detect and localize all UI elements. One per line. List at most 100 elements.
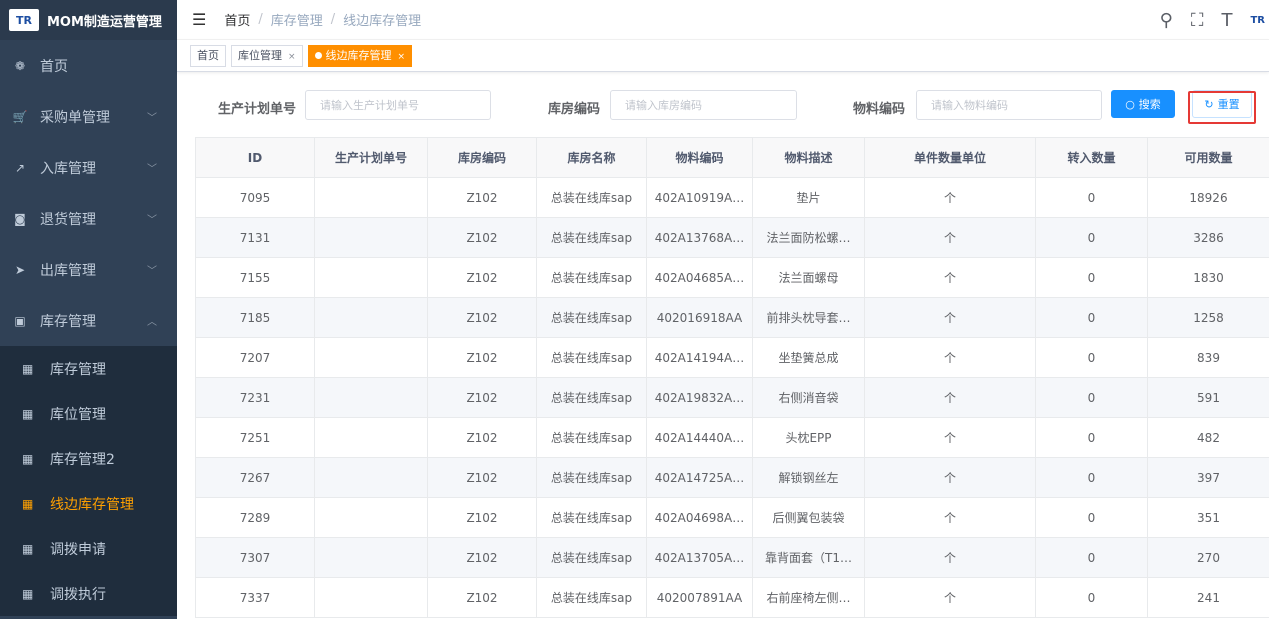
breadcrumb-separator: /: [330, 12, 336, 27]
search-icon[interactable]: ⚲: [1160, 10, 1173, 31]
table-row[interactable]: 7307 Z102 总装在线库sap 402A13705A… 靠背面套（T1… 个 0 270: [195, 537, 1269, 578]
close-icon[interactable]: ×: [288, 52, 296, 62]
table-cell: [314, 577, 428, 618]
sidebar-item-1[interactable]: 🛒 采购单管理 ﹀: [0, 91, 177, 142]
table-cell: 351: [1147, 497, 1269, 538]
table-cell: 0: [1035, 257, 1148, 298]
table-row[interactable]: 7289 Z102 总装在线库sap 402A04698A… 后侧翼包装袋个 0 351: [195, 497, 1269, 538]
sidebar-item-2[interactable]: ↗ 入库管理 ﹀: [0, 142, 177, 193]
table-cell: 个: [864, 257, 1036, 298]
table-cell: [314, 377, 428, 418]
submenu-item-5[interactable]: ▦ 调拨执行: [0, 571, 177, 616]
table-row[interactable]: 7251 Z102 总装在线库sap 402A14440A… 头枕EPP 个 0 482: [195, 417, 1269, 458]
tag-2[interactable]: 线边库存管理 ×: [307, 44, 413, 67]
table-cell: 7207: [195, 337, 315, 378]
table-cell: [314, 417, 428, 458]
column-header[interactable]: 转入数量: [1035, 137, 1148, 178]
table-cell: [314, 217, 428, 258]
sidebar-submenu: ▦ 库存管理 ▦ 库位管理 ▦ 库存管理2 ▦ 线边库存管理 ▦ 调拨申请 ▦ 调拨执行: [0, 346, 177, 616]
submenu-item-label: 调拨申请: [50, 541, 106, 558]
submenu-item-0[interactable]: ▦ 库存管理: [0, 346, 177, 391]
table-cell: 个: [864, 417, 1036, 458]
table-cell: 402A10919A…: [646, 177, 753, 218]
table-cell: 坐垫簧总成: [752, 337, 865, 378]
warehouse-code-input[interactable]: [610, 90, 797, 120]
sidebar-menu: ❁ 首页 🛒 采购单管理 ﹀ ↗ 入库管理 ﹀ ◙ 退货管理 ﹀ ➤ 出库管理 ﹀ ▣ 库存管理 ︿: [0, 40, 177, 346]
column-header[interactable]: ID: [195, 137, 315, 178]
table-cell: 839: [1147, 337, 1269, 378]
column-header[interactable]: 生产计划单号: [314, 137, 428, 178]
plan-number-input[interactable]: [305, 90, 491, 120]
table-cell: [314, 497, 428, 538]
sidebar-item-0[interactable]: ❁ 首页: [0, 40, 177, 91]
breadcrumb-inventory[interactable]: 库存管理: [271, 10, 323, 29]
submenu-item-3[interactable]: ▦ 线边库存管理: [0, 481, 177, 526]
table-cell: 个: [864, 177, 1036, 218]
search-button-label: 搜索: [1138, 98, 1161, 111]
table-cell: 402A19832A…: [646, 377, 753, 418]
font-size-icon[interactable]: T: [1221, 10, 1232, 31]
table-row[interactable]: 7231 Z102 总装在线库sap 402A19832A… 右侧消音袋个 0 591: [195, 377, 1269, 418]
table-row[interactable]: 7095 Z102 总装在线库sap 402A10919A… 垫片个 0 18926: [195, 177, 1269, 218]
chevron-icon: ﹀: [147, 266, 157, 277]
table-cell: 7131: [195, 217, 315, 258]
sidebar-item-4[interactable]: ➤ 出库管理 ﹀: [0, 244, 177, 295]
table-cell: 0: [1035, 417, 1148, 458]
submenu-item-label: 调拨执行: [50, 586, 106, 603]
table-cell: Z102: [427, 377, 537, 418]
table-cell: 7289: [195, 497, 315, 538]
table-icon: ▦: [22, 541, 34, 556]
fullscreen-icon[interactable]: ⛶: [1191, 10, 1204, 31]
table-cell: 402A04685A…: [646, 257, 753, 298]
table-cell: Z102: [427, 177, 537, 218]
material-code-input[interactable]: [916, 90, 1102, 120]
column-header[interactable]: 单件数量单位: [864, 137, 1036, 178]
send-icon: ➤: [14, 262, 26, 277]
sidebar-item-5[interactable]: ▣ 库存管理 ︿: [0, 295, 177, 346]
table-cell: Z102: [427, 577, 537, 618]
table-cell: 后侧翼包装袋: [752, 497, 865, 538]
table-cell: Z102: [427, 257, 537, 298]
table-row[interactable]: 7337 Z102 总装在线库sap 402007891AA 右前座椅左侧… 个 0 241: [195, 577, 1269, 618]
sidebar-item-label: 首页: [40, 58, 68, 75]
table-cell: 个: [864, 337, 1036, 378]
table-row[interactable]: 7267 Z102 总装在线库sap 402A14725A… 解锁钢丝左个 0 397: [195, 457, 1269, 498]
column-header[interactable]: 库房名称: [536, 137, 647, 178]
table-icon: ▦: [22, 406, 34, 421]
table-cell: 0: [1035, 177, 1148, 218]
user-logo[interactable]: TR: [1250, 15, 1265, 26]
table-row[interactable]: 7155 Z102 总装在线库sap 402A04685A… 法兰面螺母个 0 1830: [195, 257, 1269, 298]
table-cell: 总装在线库sap: [536, 577, 647, 618]
close-icon[interactable]: ×: [398, 52, 406, 62]
table-row[interactable]: 7131 Z102 总装在线库sap 402A13768A… 法兰面防松螺… 个 0 3286: [195, 217, 1269, 258]
table-cell: 0: [1035, 537, 1148, 578]
table-cell: 7231: [195, 377, 315, 418]
table-cell: 总装在线库sap: [536, 457, 647, 498]
table-cell: 解锁钢丝左: [752, 457, 865, 498]
tag-1[interactable]: 库位管理 ×: [231, 44, 303, 67]
column-header[interactable]: 物料编码: [646, 137, 753, 178]
submenu-item-1[interactable]: ▦ 库位管理: [0, 391, 177, 436]
submenu-item-label: 库存管理2: [50, 451, 115, 468]
tag-0[interactable]: 首页: [190, 44, 226, 67]
search-button[interactable]: ○ 搜索: [1111, 90, 1175, 118]
sidebar-item-3[interactable]: ◙ 退货管理 ﹀: [0, 193, 177, 244]
column-header[interactable]: 物料描述: [752, 137, 865, 178]
chevron-icon: ﹀: [147, 215, 157, 226]
column-header[interactable]: 库房编码: [427, 137, 537, 178]
tag-label: 线边库存管理: [325, 48, 392, 62]
breadcrumb-home[interactable]: 首页: [224, 10, 250, 29]
sidebar-logo-bar[interactable]: TR MOM制造运营管理: [0, 0, 177, 40]
table-cell: [314, 457, 428, 498]
hamburger-icon[interactable]: ☰: [192, 10, 206, 29]
table-cell: 总装在线库sap: [536, 217, 647, 258]
table-row[interactable]: 7207 Z102 总装在线库sap 402A14194A… 坐垫簧总成个 0 839: [195, 337, 1269, 378]
table-cell: 个: [864, 577, 1036, 618]
submenu-item-2[interactable]: ▦ 库存管理2: [0, 436, 177, 481]
table-header: ID 生产计划单号 库房编码 库房名称 物料编码 物料描述 单件数量单位 转入数量 可用数量: [195, 137, 1269, 178]
column-header[interactable]: 可用数量: [1147, 137, 1269, 178]
table-row[interactable]: 7185 Z102 总装在线库sap 402016918AA 前排头枕导套… 个 0 1258: [195, 297, 1269, 338]
table-cell: Z102: [427, 497, 537, 538]
submenu-item-4[interactable]: ▦ 调拨申请: [0, 526, 177, 571]
submenu-item-label: 库位管理: [50, 406, 106, 423]
